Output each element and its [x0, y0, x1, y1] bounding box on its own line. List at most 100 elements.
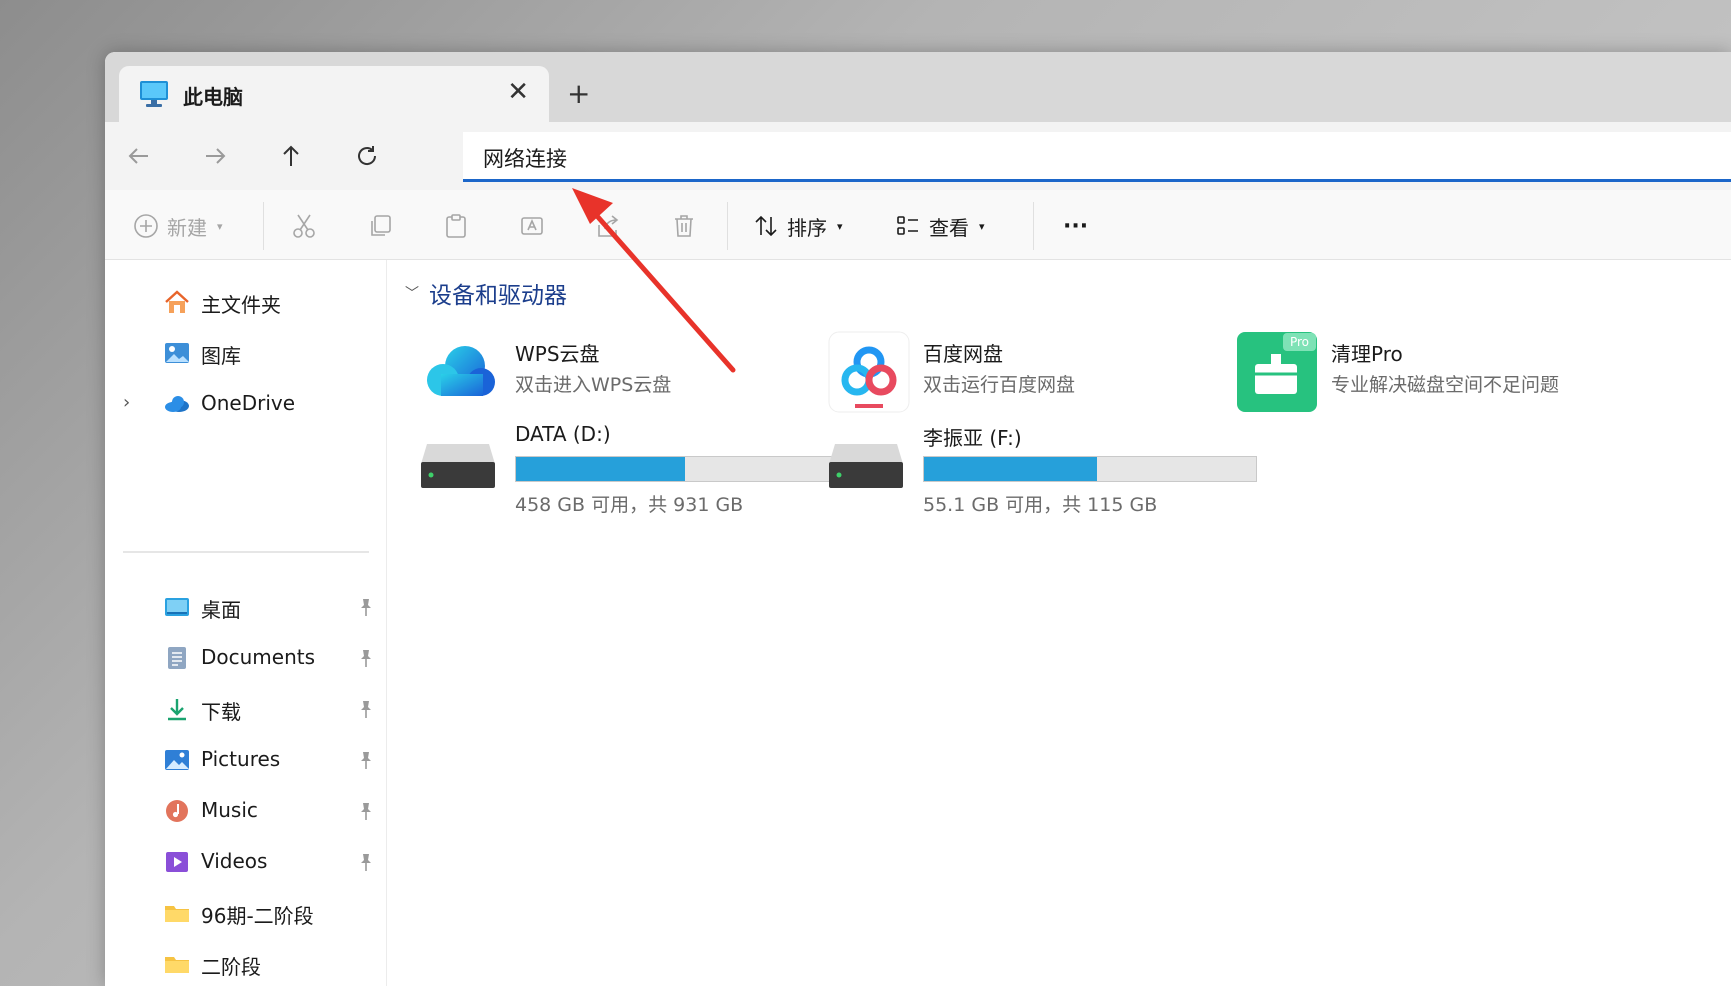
- drive-capacity: 55.1 GB 可用，共 115 GB: [923, 494, 1158, 516]
- new-label: 新建: [167, 215, 207, 240]
- folder-icon: [165, 957, 189, 973]
- drive-usage-fill: [924, 457, 1097, 481]
- videos-icon: [166, 852, 188, 872]
- command-bar: 新建 ▾ 排序 ▾ 查看 ▾ ···: [105, 190, 1731, 260]
- sidebar-item-desktop[interactable]: 桌面: [105, 587, 387, 627]
- content-pane: ﹀ 设备和驱动器 WPS云盘 双击进入WPS云盘 百度网盘 双击运行百度网盘 P…: [387, 260, 1731, 986]
- refresh-button[interactable]: [345, 134, 389, 178]
- share-button[interactable]: [595, 210, 621, 242]
- back-button[interactable]: [117, 134, 161, 178]
- sidebar-item-videos[interactable]: Videos: [105, 842, 387, 882]
- arrow-up-icon: [283, 145, 299, 166]
- separator: [263, 202, 264, 250]
- baidu-netdisk-icon: [828, 331, 910, 413]
- chevron-down-icon: ▾: [979, 219, 985, 233]
- pin-icon[interactable]: [357, 648, 375, 668]
- copy-button[interactable]: [367, 210, 393, 242]
- app-description: 双击运行百度网盘: [923, 374, 1076, 396]
- app-tile-cleaner-pro[interactable]: Pro 清理Pro 专业解决磁盘空间不足问题: [1235, 330, 1655, 420]
- chevron-down-icon: ▾: [837, 219, 843, 233]
- sidebar-item-folder-stage2[interactable]: 二阶段: [105, 944, 387, 984]
- drive-f[interactable]: 李振亚 (F:) 55.1 GB 可用，共 115 GB: [827, 422, 1267, 516]
- sidebar-divider: [123, 551, 369, 553]
- sidebar-item-label: 主文件夹: [201, 293, 281, 317]
- chevron-right-icon[interactable]: ›: [123, 392, 130, 413]
- sidebar-item-label: Documents: [201, 645, 316, 669]
- sidebar-item-label: Pictures: [201, 747, 281, 771]
- view-label: 查看: [929, 215, 969, 240]
- group-title: 设备和驱动器: [429, 283, 567, 309]
- plus-circle-icon: [134, 214, 158, 238]
- monitor-icon: [140, 81, 168, 107]
- drive-usage-fill: [516, 457, 685, 481]
- music-icon: [166, 800, 188, 822]
- separator: [1033, 202, 1034, 250]
- drive-name: 李振亚 (F:): [923, 426, 1022, 450]
- sidebar-item-label: 二阶段: [201, 955, 261, 979]
- clipboard-icon: [446, 214, 466, 238]
- chevron-down-icon: ▾: [217, 219, 223, 233]
- pin-icon[interactable]: [357, 801, 375, 821]
- gallery-icon: [165, 343, 189, 363]
- chevron-down-icon[interactable]: ﹀: [405, 283, 419, 303]
- sidebar-item-gallery[interactable]: 图库: [105, 333, 387, 373]
- view-button[interactable]: 查看 ▾: [895, 210, 985, 242]
- onedrive-icon: [165, 396, 189, 412]
- tab-this-pc[interactable]: 此电脑 ✕: [119, 66, 549, 122]
- pin-icon[interactable]: [357, 597, 375, 617]
- sidebar-item-documents[interactable]: Documents: [105, 638, 387, 678]
- hard-drive-icon: [421, 444, 495, 488]
- address-text[interactable]: 网络连接: [483, 143, 567, 173]
- sort-button[interactable]: 排序 ▾: [753, 210, 843, 242]
- drive-d[interactable]: DATA (D:) 458 GB 可用，共 931 GB: [419, 422, 859, 516]
- app-tile-wps-cloud[interactable]: WPS云盘 双击进入WPS云盘: [419, 330, 839, 420]
- rename-icon: [521, 217, 543, 235]
- tab-title: 此电脑: [183, 85, 243, 109]
- pin-icon[interactable]: [357, 750, 375, 770]
- close-icon[interactable]: ✕: [507, 76, 529, 108]
- new-tab-button[interactable]: +: [567, 78, 590, 110]
- address-row: 网络连接: [105, 122, 1731, 190]
- arrow-right-icon: [206, 148, 226, 164]
- drive-usage-bar: [923, 456, 1257, 482]
- address-bar[interactable]: 网络连接: [463, 132, 1731, 182]
- app-tile-baidu-netdisk[interactable]: 百度网盘 双击运行百度网盘: [827, 330, 1247, 420]
- sidebar-item-folder-96[interactable]: 96期-二阶段: [105, 893, 387, 933]
- wps-cloud-icon: [427, 346, 495, 396]
- app-name: 百度网盘: [923, 342, 1003, 366]
- refresh-icon: [358, 146, 377, 165]
- file-explorer-window: 此电脑 ✕ + 网络连接 新建 ▾ 排序 ▾ 查看 ▾ ··· 主文件夹 图库 …: [105, 52, 1731, 986]
- up-button[interactable]: [269, 134, 313, 178]
- group-header-devices[interactable]: ﹀ 设备和驱动器: [405, 276, 567, 310]
- folder-icon: [165, 906, 189, 922]
- drive-capacity: 458 GB 可用，共 931 GB: [515, 494, 744, 516]
- rename-button[interactable]: [519, 210, 545, 242]
- cleaner-pro-icon: Pro: [1237, 332, 1317, 412]
- sidebar-item-label: 图库: [201, 344, 241, 368]
- cut-button[interactable]: [291, 210, 317, 242]
- svg-text:Pro: Pro: [1290, 335, 1309, 349]
- pin-icon[interactable]: [357, 699, 375, 719]
- sidebar-item-pictures[interactable]: Pictures: [105, 740, 387, 780]
- forward-button[interactable]: [193, 134, 237, 178]
- paste-button[interactable]: [443, 210, 469, 242]
- app-name: WPS云盘: [515, 342, 600, 366]
- drive-name: DATA (D:): [515, 422, 611, 446]
- sidebar-item-downloads[interactable]: 下载: [105, 689, 387, 729]
- pin-icon[interactable]: [357, 852, 375, 872]
- navigation-area: 网络连接 新建 ▾ 排序 ▾ 查看 ▾ ···: [105, 122, 1731, 260]
- sidebar-item-onedrive[interactable]: › OneDrive: [105, 384, 387, 424]
- copy-icon: [371, 215, 391, 236]
- new-button[interactable]: 新建 ▾: [133, 210, 223, 242]
- share-icon: [598, 215, 619, 237]
- view-list-icon: [897, 216, 918, 235]
- sidebar-item-label: Videos: [201, 849, 268, 873]
- sidebar-item-home[interactable]: 主文件夹: [105, 282, 387, 322]
- navigation-pane: 主文件夹 图库 › OneDrive 桌面 Documents 下载 Pictu…: [105, 260, 387, 986]
- app-name: 清理Pro: [1331, 342, 1403, 366]
- delete-button[interactable]: [671, 210, 697, 242]
- sidebar-item-label: 桌面: [201, 598, 241, 622]
- sidebar-item-music[interactable]: Music: [105, 791, 387, 831]
- sidebar-item-label: Music: [201, 798, 258, 822]
- more-options-button[interactable]: ···: [1063, 210, 1088, 242]
